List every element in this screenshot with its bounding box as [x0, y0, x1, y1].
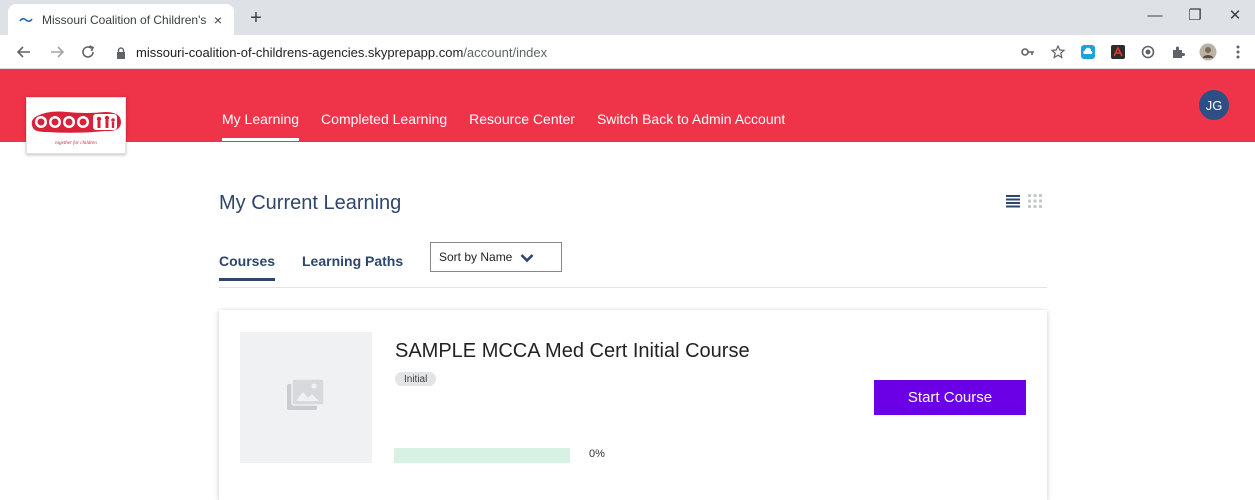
image-placeholder-icon — [286, 378, 326, 417]
minimize-button[interactable]: — — [1135, 0, 1175, 30]
new-tab-button[interactable]: + — [244, 7, 268, 31]
progress-label: 0% — [589, 448, 605, 460]
logo-tagline: together for children — [55, 141, 97, 146]
mcca-logo[interactable]: together for children — [26, 97, 126, 154]
profile-icon[interactable] — [1199, 43, 1217, 61]
course-badge: Initial — [395, 372, 437, 386]
close-window-button[interactable]: ✕ — [1215, 0, 1255, 30]
key-icon[interactable] — [1019, 43, 1037, 61]
chevron-down-icon — [520, 252, 534, 263]
progress-bar — [394, 448, 570, 463]
back-icon[interactable] — [14, 42, 34, 62]
lock-icon — [114, 46, 128, 60]
view-toggle — [1006, 194, 1042, 208]
content-tabs: Courses Learning Paths Sort by Name — [219, 240, 1047, 288]
pdf-extension-icon[interactable] — [1109, 43, 1127, 61]
browser-tabstrip: Missouri Coalition of Children's A × + —… — [0, 0, 1255, 35]
circle-extension-icon[interactable] — [1139, 43, 1157, 61]
forward-icon[interactable] — [47, 42, 67, 62]
nav-completed-learning[interactable]: Completed Learning — [321, 111, 447, 127]
puzzle-icon[interactable] — [1169, 43, 1187, 61]
nav-resource-center[interactable]: Resource Center — [469, 111, 575, 127]
window-controls: — ❐ ✕ — [1135, 0, 1255, 30]
tab-learning-paths[interactable]: Learning Paths — [302, 253, 403, 269]
tab-close-icon[interactable]: × — [210, 12, 226, 28]
app-header: together for children My Learning Comple… — [0, 69, 1255, 154]
reload-icon[interactable] — [78, 42, 98, 62]
mcca-favicon-icon — [18, 12, 34, 28]
user-avatar[interactable]: JG — [1199, 90, 1229, 120]
start-course-button[interactable]: Start Course — [874, 380, 1026, 415]
sort-dropdown[interactable]: Sort by Name — [430, 242, 562, 272]
course-title[interactable]: SAMPLE MCCA Med Cert Initial Course — [395, 340, 750, 363]
list-view-icon[interactable] — [1006, 194, 1020, 208]
main-nav: My Learning Completed Learning Resource … — [222, 111, 785, 141]
browser-toolbar: missouri-coalition-of-childrens-agencies… — [0, 35, 1255, 69]
browser-tab[interactable]: Missouri Coalition of Children's A × — [8, 4, 234, 35]
tab-title: Missouri Coalition of Children's A — [42, 12, 206, 27]
address-bar[interactable]: missouri-coalition-of-childrens-agencies… — [108, 39, 988, 66]
sort-label: Sort by Name — [439, 250, 513, 264]
grid-view-icon[interactable] — [1028, 194, 1042, 208]
restore-button[interactable]: ❐ — [1175, 0, 1215, 30]
tab-courses[interactable]: Courses — [219, 253, 276, 281]
course-card[interactable]: SAMPLE MCCA Med Cert Initial Course Init… — [219, 310, 1047, 500]
page-title: My Current Learning — [219, 192, 402, 214]
toolbar-icons — [1019, 42, 1247, 62]
star-icon[interactable] — [1049, 43, 1067, 61]
url-text: missouri-coalition-of-childrens-agencies… — [136, 45, 548, 60]
nav-switch-admin[interactable]: Switch Back to Admin Account — [597, 111, 785, 127]
menu-dots-icon[interactable] — [1229, 43, 1247, 61]
nav-my-learning[interactable]: My Learning — [222, 111, 300, 141]
cloud-extension-icon[interactable] — [1079, 43, 1097, 61]
course-thumbnail — [240, 332, 372, 463]
